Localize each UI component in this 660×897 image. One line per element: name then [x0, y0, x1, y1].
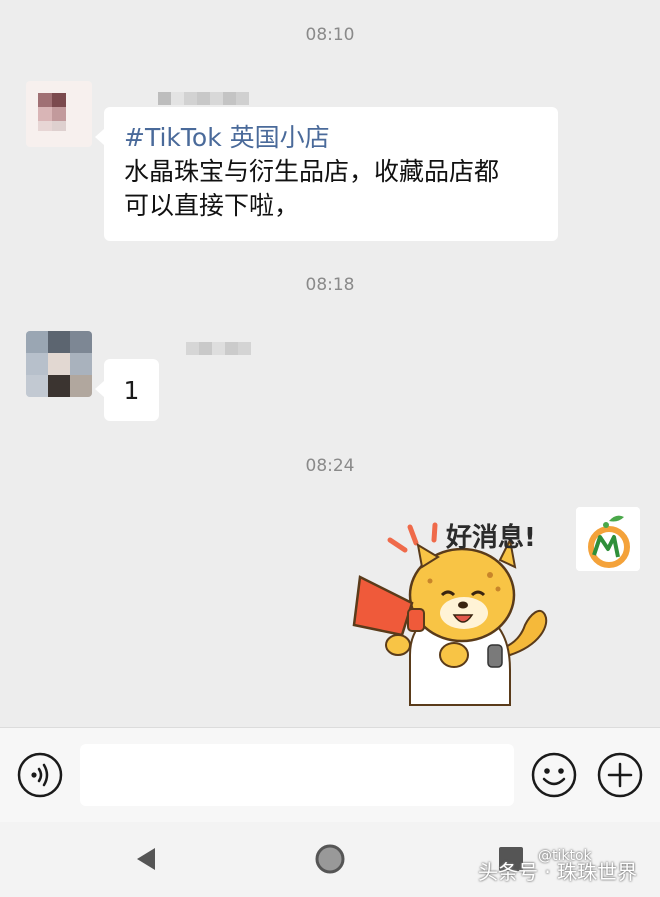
message-bubble[interactable]: #TikTok 英国小店 水晶珠宝与衍生品店，收藏品店都 可以直接下啦， [95, 107, 558, 241]
watermark: 头条号 · 珠珠世界 @tiktok [478, 848, 637, 885]
voice-input-icon[interactable] [17, 752, 63, 798]
avatar[interactable] [26, 331, 92, 397]
message-bubble[interactable]: 1 [95, 359, 159, 421]
watermark-handle: @tiktok [538, 848, 592, 864]
hashtag-link[interactable]: #TikTok 英国小店 [124, 121, 540, 155]
message-text: 1 [123, 375, 140, 405]
timestamp: 08:10 [305, 25, 355, 45]
timestamp: 08:18 [305, 275, 355, 295]
sticker-caption: 好消息! [446, 523, 536, 553]
message-input[interactable] [80, 744, 514, 806]
back-icon[interactable] [133, 846, 159, 876]
avatar[interactable] [576, 507, 640, 571]
sender-name-blurred [158, 92, 249, 105]
avatar[interactable] [26, 81, 92, 147]
sender-name-blurred [186, 342, 251, 355]
chat-screen: 08:10 #TikTok 英国小店 水晶珠宝与衍生品店，收藏品店都 可以直接下… [0, 0, 660, 897]
sticker-message[interactable]: 好消息! [350, 505, 560, 715]
emoji-icon[interactable] [531, 752, 577, 798]
message-text-line: 水晶珠宝与衍生品店，收藏品店都 [124, 157, 500, 186]
add-icon[interactable] [597, 752, 643, 798]
message-text-line: 可以直接下啦， [124, 191, 300, 220]
composer-bar [0, 727, 660, 822]
timestamp: 08:24 [305, 456, 355, 476]
home-icon[interactable] [315, 844, 345, 878]
